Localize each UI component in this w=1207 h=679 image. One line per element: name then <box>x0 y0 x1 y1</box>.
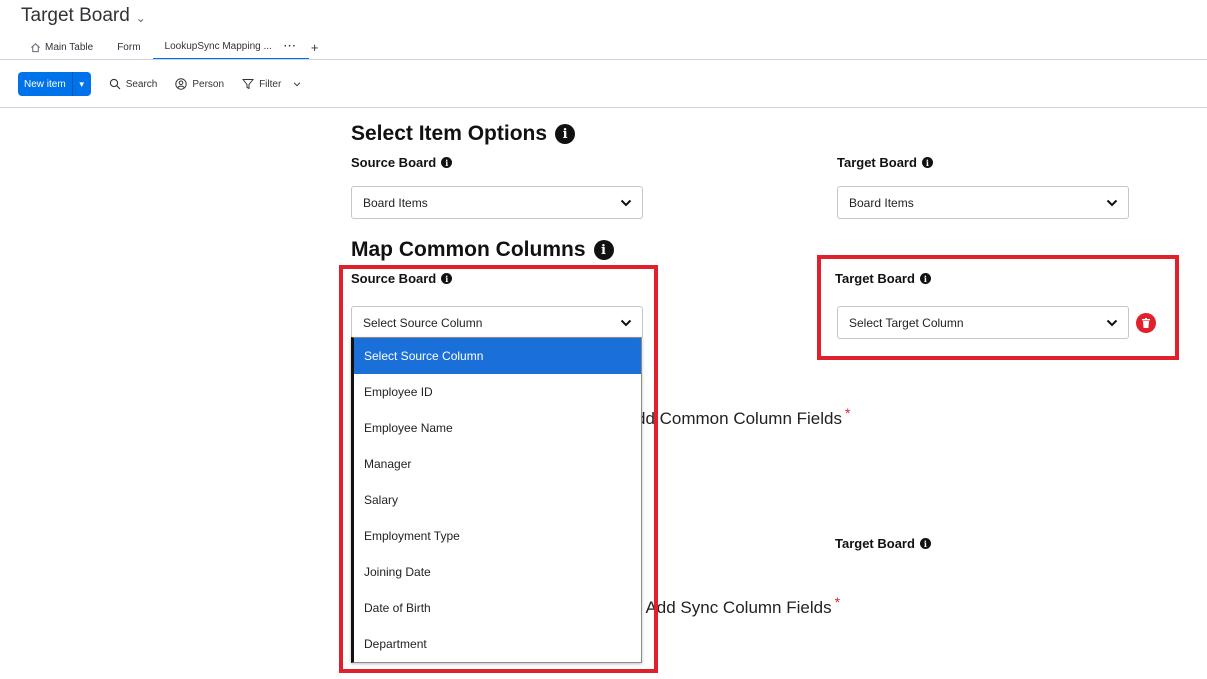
add-sync-text: - Add Sync Column Fields <box>636 598 832 617</box>
new-item-label[interactable]: New item <box>18 72 73 96</box>
home-icon <box>31 42 40 52</box>
person-filter-button[interactable]: Person <box>175 78 224 90</box>
required-mark: * <box>844 405 851 421</box>
search-icon <box>109 78 121 90</box>
more-options-icon[interactable]: ··· <box>284 41 297 52</box>
label-text: Source Board <box>351 155 437 170</box>
section-title: Map Common Columns <box>351 238 586 261</box>
add-common-column-fields[interactable]: dd Common Column Fields * <box>636 405 850 429</box>
filter-button[interactable]: Filter <box>242 78 302 90</box>
tab-label: LookupSync Mapping ... <box>164 40 272 52</box>
tab-lookupsync-mapping[interactable]: LookupSync Mapping ... ··· <box>152 34 309 60</box>
target-board-select[interactable]: Board Items <box>837 186 1129 219</box>
chevron-down-icon[interactable] <box>292 79 302 89</box>
chevron-down-icon <box>620 199 632 206</box>
board-title[interactable]: Target Board ⌄ <box>21 5 146 27</box>
required-mark: * <box>834 594 841 610</box>
toolbar: New item ▼ Search Person Filter <box>18 72 302 96</box>
new-item-button[interactable]: New item ▼ <box>18 72 91 96</box>
board-title-text: Target Board <box>21 5 130 26</box>
select-value: Board Items <box>849 195 914 210</box>
select-value: Board Items <box>363 195 428 210</box>
filter-icon <box>242 79 255 90</box>
highlight-box-source <box>339 265 658 673</box>
add-sync-column-fields[interactable]: - Add Sync Column Fields * <box>636 594 840 618</box>
info-icon[interactable]: i <box>593 240 614 260</box>
info-icon[interactable]: i <box>919 538 931 549</box>
header-divider <box>0 59 1207 60</box>
add-common-text: dd Common Column Fields <box>636 409 842 428</box>
map-common-columns-heading: Map Common Columns i <box>351 238 614 262</box>
add-view-button[interactable]: + <box>311 40 319 55</box>
source-board-label: Source Board i <box>351 155 453 170</box>
info-icon[interactable]: i <box>555 124 576 144</box>
person-icon <box>175 78 188 90</box>
label-text: Target Board <box>837 155 917 170</box>
filter-label: Filter <box>259 78 282 90</box>
target-board-label: Target Board i <box>837 155 933 170</box>
chevron-down-icon[interactable]: ▼ <box>73 72 91 96</box>
label-text: Target Board <box>835 536 915 551</box>
info-icon[interactable]: i <box>441 157 453 168</box>
tab-main-table[interactable]: Main Table <box>18 34 105 60</box>
source-board-select[interactable]: Board Items <box>351 186 643 219</box>
search-button[interactable]: Search <box>109 78 158 90</box>
section-title: Select Item Options <box>351 122 548 145</box>
info-icon[interactable]: i <box>921 157 933 168</box>
highlight-box-target <box>817 255 1179 360</box>
select-item-options-heading: Select Item Options i <box>351 122 576 146</box>
view-tabs: Main Table Form LookupSync Mapping ... ·… <box>18 34 318 60</box>
tab-label: Main Table <box>45 41 94 53</box>
chevron-down-icon[interactable]: ⌄ <box>136 11 146 25</box>
tab-label: Form <box>117 41 141 53</box>
toolbar-divider <box>0 107 1207 108</box>
chevron-down-icon <box>1106 199 1118 206</box>
person-label: Person <box>192 78 225 90</box>
tab-form[interactable]: Form <box>105 34 152 60</box>
search-label: Search <box>125 78 158 90</box>
target-board-label-2: Target Board i <box>835 536 931 551</box>
